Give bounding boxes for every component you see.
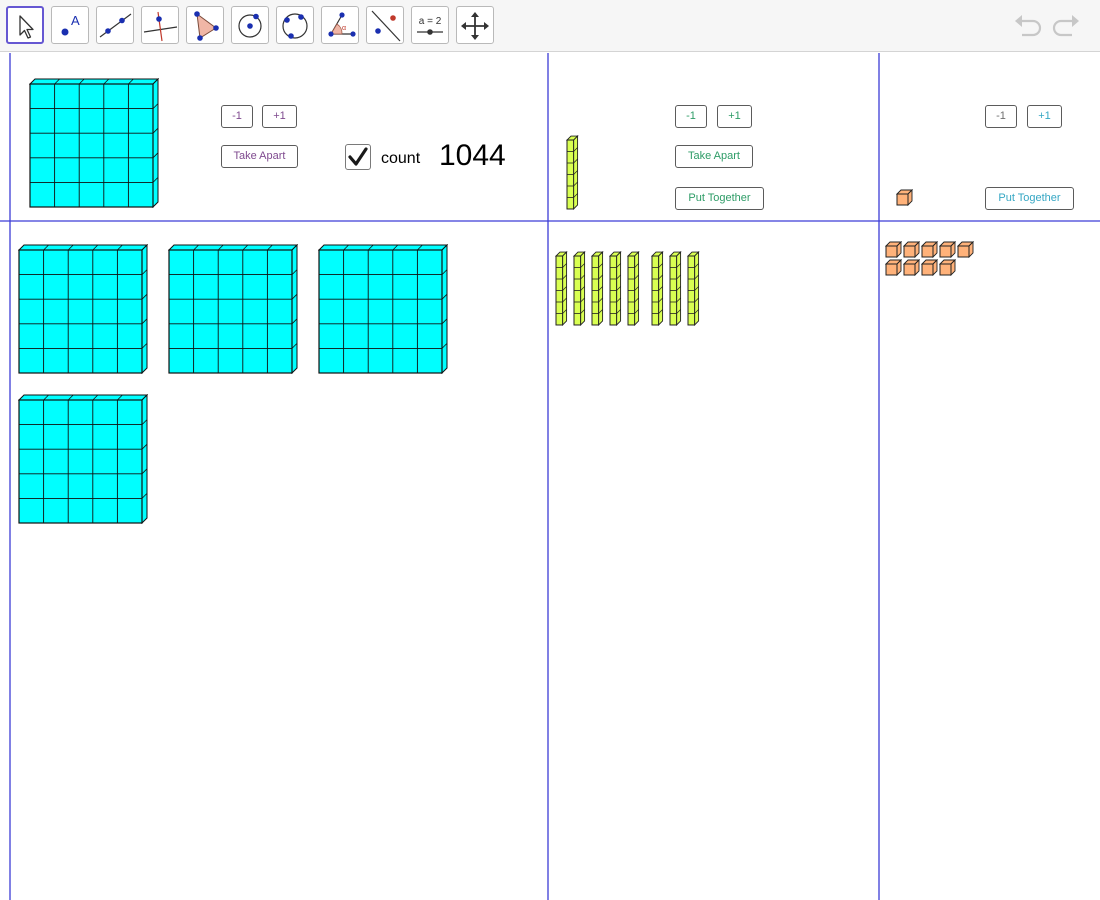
one-cube[interactable] [956, 240, 975, 263]
slider-tool-label: a = 2 [419, 16, 442, 27]
angle-tool-button[interactable]: α [321, 6, 359, 44]
svg-text:α: α [342, 25, 346, 32]
ten-rod[interactable] [668, 250, 682, 331]
tens-take-apart-button[interactable]: Take Apart [675, 145, 753, 168]
thousands-minus-button[interactable]: -1 [221, 105, 253, 128]
one-cube[interactable] [902, 258, 921, 281]
count-checkbox[interactable] [345, 144, 371, 170]
ten-rod-source[interactable] [565, 134, 579, 215]
thousand-block[interactable] [17, 393, 149, 529]
circle-three-points-tool-button[interactable] [276, 6, 314, 44]
ten-rod[interactable] [608, 250, 622, 331]
undo-icon [1015, 15, 1042, 37]
ten-rod[interactable] [572, 250, 586, 331]
checkmark-icon [348, 147, 368, 166]
point-tool-button[interactable]: A [51, 6, 89, 44]
thousand-block-shape [28, 77, 160, 209]
ten-rod[interactable] [650, 250, 664, 331]
ten-rod[interactable] [590, 250, 604, 331]
circle-center-point-icon [238, 13, 262, 38]
one-block-shape [902, 258, 921, 277]
slider-icon: a = 2 [417, 16, 443, 35]
one-block-shape [938, 240, 957, 259]
one-block-shape [920, 240, 939, 259]
perpendicular-line-tool-button[interactable] [141, 6, 179, 44]
ones-plus-button[interactable]: +1 [1027, 105, 1062, 128]
one-block-shape [920, 258, 939, 277]
move-tool-button[interactable] [6, 6, 44, 44]
thousands-plus-button[interactable]: +1 [262, 105, 297, 128]
point-a-icon: A [61, 13, 80, 36]
ten-block-shape [554, 250, 568, 327]
thousands-take-apart-button[interactable]: Take Apart [221, 145, 298, 168]
one-cube[interactable] [920, 258, 939, 281]
one-block-shape [956, 240, 975, 259]
thousand-block-source[interactable] [28, 77, 160, 213]
redo-button[interactable] [1051, 12, 1081, 40]
count-value: 1044 [439, 139, 506, 172]
ten-rod[interactable] [626, 250, 640, 331]
undo-button[interactable] [1013, 12, 1043, 40]
circle-tool-button[interactable] [231, 6, 269, 44]
one-block-shape [895, 188, 914, 207]
thousand-block[interactable] [17, 243, 149, 379]
one-block-shape [884, 258, 903, 277]
svg-text:A: A [71, 13, 80, 28]
ten-rod[interactable] [554, 250, 568, 331]
ten-block-shape [668, 250, 682, 327]
thousand-block[interactable] [167, 243, 299, 379]
ten-block-shape [686, 250, 700, 327]
place-value-mat-lines [0, 53, 1100, 900]
ten-rod[interactable] [686, 250, 700, 331]
circle-three-points-icon [282, 13, 308, 39]
perpendicular-line-icon [143, 11, 178, 42]
polygon-tool-button[interactable] [186, 6, 224, 44]
ten-block-shape [650, 250, 664, 327]
one-cube[interactable] [884, 258, 903, 281]
thousand-block-shape [17, 243, 149, 375]
ten-block-shape [572, 250, 586, 327]
one-block-shape [884, 240, 903, 259]
move-arrows-icon [461, 12, 489, 40]
graphics-view[interactable]: -1 +1 Take Apart count 1044 -1 +1 Take A… [0, 53, 1100, 900]
ten-block-shape [565, 134, 579, 211]
thousand-block[interactable] [317, 243, 449, 379]
move-graphics-view-tool-button[interactable] [456, 6, 494, 44]
count-label: count [381, 150, 421, 167]
ten-block-shape [590, 250, 604, 327]
ten-block-shape [608, 250, 622, 327]
thousand-block-shape [317, 243, 449, 375]
tens-minus-button[interactable]: -1 [675, 105, 707, 128]
one-block-shape [938, 258, 957, 277]
one-block-shape [902, 240, 921, 259]
line-through-points-icon [99, 13, 132, 38]
angle-icon: α [328, 12, 356, 37]
tens-plus-button[interactable]: +1 [717, 105, 752, 128]
reflect-tool-button[interactable] [366, 6, 404, 44]
ten-block-shape [626, 250, 640, 327]
redo-icon [1052, 15, 1079, 37]
thousand-block-shape [167, 243, 299, 375]
tens-put-together-button[interactable]: Put Together [675, 187, 764, 210]
polygon-icon [194, 11, 219, 41]
thousand-block-shape [17, 393, 149, 525]
slider-tool-button[interactable]: a = 2 [411, 6, 449, 44]
arrow-cursor-icon [19, 15, 34, 39]
line-tool-button[interactable] [96, 6, 134, 44]
ones-minus-button[interactable]: -1 [985, 105, 1017, 128]
one-cube[interactable] [938, 258, 957, 281]
one-cube-source[interactable] [895, 188, 914, 211]
ones-put-together-button[interactable]: Put Together [985, 187, 1074, 210]
toolbar: A α a = 2 [0, 0, 1100, 52]
reflect-about-line-icon [371, 10, 401, 42]
